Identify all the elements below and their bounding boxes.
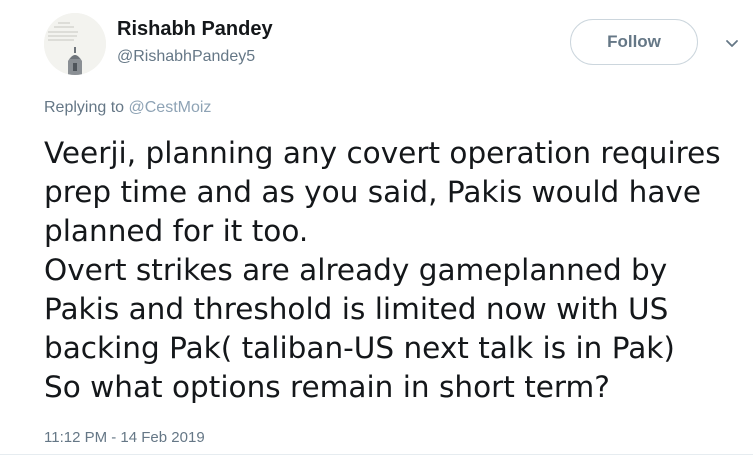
tweet-card: Rishabh Pandey @RishabhPandey5 Follow Re… <box>0 0 753 456</box>
author-display-name[interactable]: Rishabh Pandey <box>117 16 273 42</box>
follow-button[interactable]: Follow <box>570 19 698 65</box>
reply-context: Replying to @CestMoiz <box>44 97 211 119</box>
chevron-down-icon[interactable] <box>724 36 740 52</box>
reply-context-prefix: Replying to <box>44 99 129 116</box>
tweet-text: Veerji, planning any covert operation re… <box>44 136 721 404</box>
tweet-timestamp[interactable]: 11:12 PM - 14 Feb 2019 <box>44 428 205 448</box>
avatar[interactable] <box>44 13 106 75</box>
avatar-image <box>44 13 106 75</box>
reply-to-link[interactable]: @CestMoiz <box>129 99 212 116</box>
divider <box>0 454 753 455</box>
author-handle[interactable]: @RishabhPandey5 <box>117 46 255 68</box>
